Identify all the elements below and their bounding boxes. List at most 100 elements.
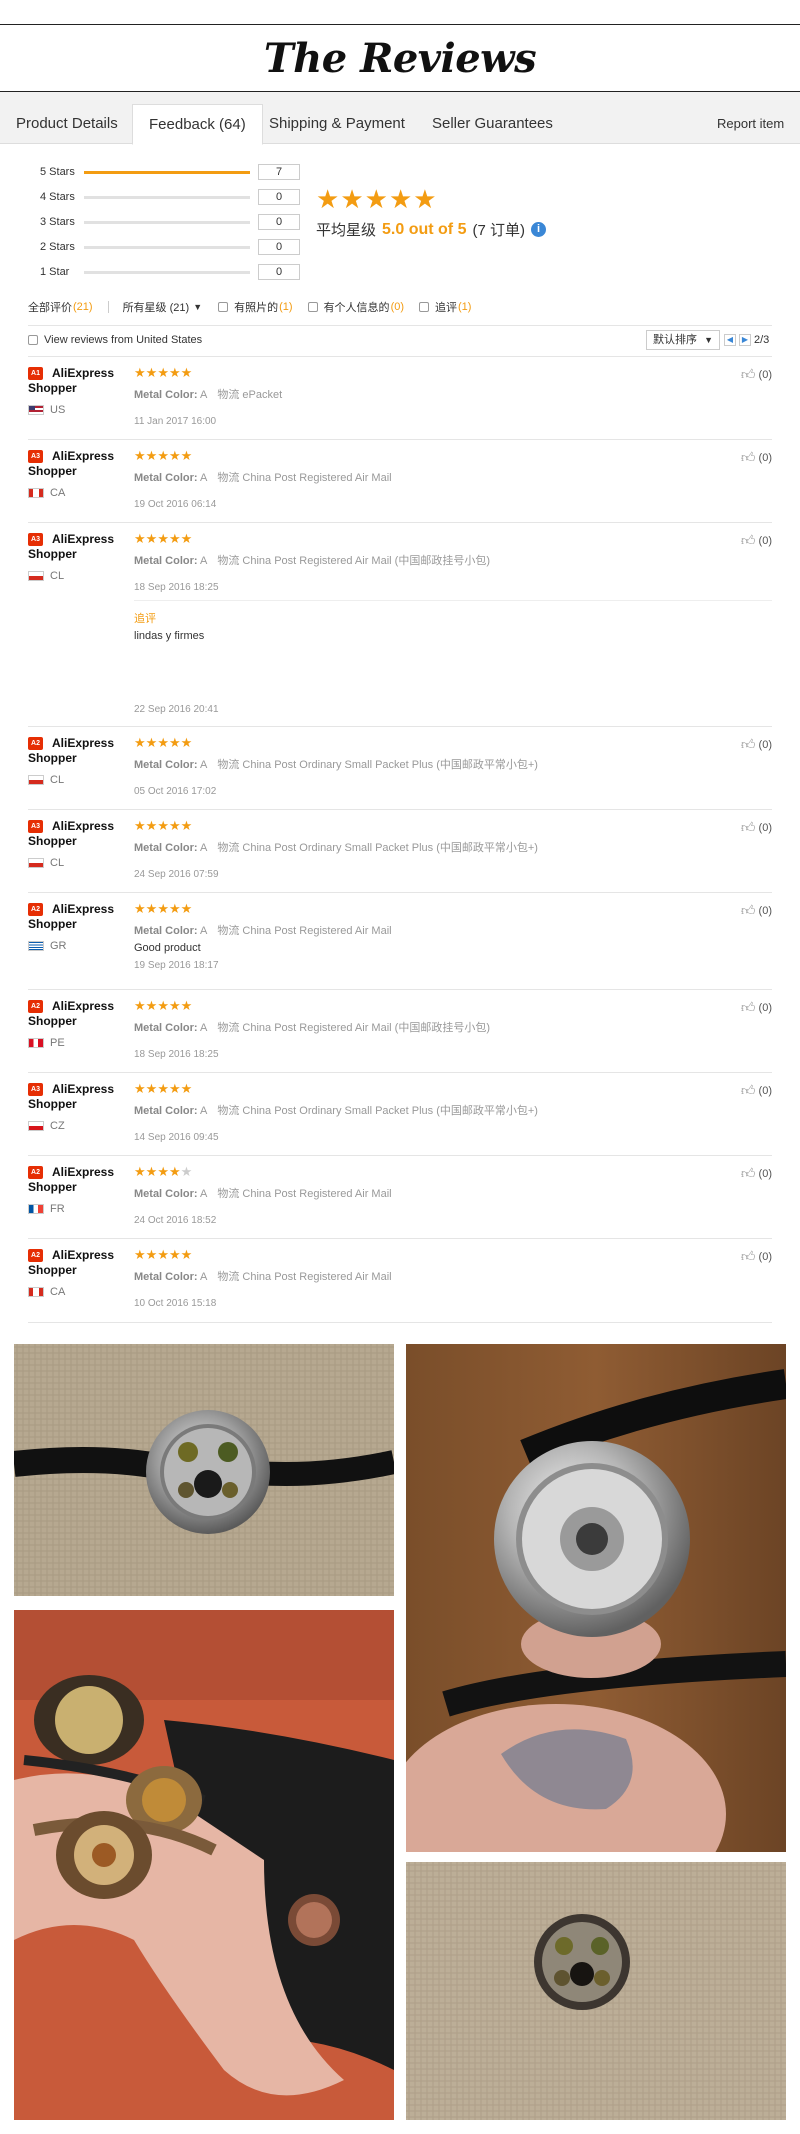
tab-product-details[interactable]: Product Details xyxy=(16,104,118,144)
shipping-label: 物流 xyxy=(217,472,240,484)
view-us-label: View reviews from United States xyxy=(44,334,203,346)
review-rating-stars: ★ ★ ★ ★ ★ xyxy=(134,1165,192,1178)
next-page-button[interactable]: ▶ xyxy=(739,334,751,346)
helpful-button[interactable]: 👍︎ (0) xyxy=(741,999,772,1016)
page-title: The Reviews xyxy=(263,34,537,82)
helpful-count: (0) xyxy=(758,1250,772,1263)
photo-snap-button[interactable] xyxy=(406,1862,786,2120)
country-code: CZ xyxy=(50,1120,65,1132)
star-row[interactable]: 2 Stars 0 xyxy=(40,239,300,255)
star-icon: ★ xyxy=(168,1247,181,1262)
star-row-fill xyxy=(84,171,250,174)
metal-color-value: A xyxy=(200,759,208,771)
divider xyxy=(28,1322,772,1323)
filter-all[interactable]: 全部评价 (21) xyxy=(28,299,94,315)
star-icon: ★ xyxy=(145,1247,158,1262)
helpful-button[interactable]: 👍︎ (0) xyxy=(741,902,772,919)
tab-seller-guarantees[interactable]: Seller Guarantees xyxy=(432,104,553,144)
metal-color-label: Metal Color: xyxy=(134,759,198,771)
shipping-method: China Post Ordinary Small Packet Plus (中… xyxy=(242,842,538,854)
star-icon: ★ xyxy=(145,531,158,546)
star-icon: ★ xyxy=(180,1164,193,1179)
reviewer-country: CZ xyxy=(28,1120,65,1132)
buyer-level-badge: A2 xyxy=(28,1166,43,1179)
star-row-bar xyxy=(84,196,250,199)
report-item-link[interactable]: Report item xyxy=(717,104,784,144)
tab-shipping-payment[interactable]: Shipping & Payment xyxy=(269,104,405,144)
star-row[interactable]: 1 Star 0 xyxy=(40,264,300,280)
metal-color-value: A xyxy=(200,1188,208,1200)
helpful-button[interactable]: 👍︎ (0) xyxy=(741,736,772,753)
star-row[interactable]: 5 Stars 7 xyxy=(40,164,300,180)
review-date: 24 Oct 2016 18:52 xyxy=(134,1215,217,1226)
star-icon: ★ xyxy=(157,531,169,546)
photo-bracelet-front[interactable] xyxy=(14,1344,394,1596)
review-rating-stars: ★ ★ ★ ★ ★ xyxy=(134,902,192,915)
review-attributes: Metal Color: A 物流 China Post Registered A… xyxy=(134,922,392,938)
star-filter-select[interactable]: 所有星级 (21) ▼ xyxy=(123,299,203,315)
reviewer-country: PE xyxy=(28,1037,65,1049)
view-us-filter[interactable]: View reviews from United States xyxy=(28,334,202,346)
additional-review-text: lindas y firmes xyxy=(134,630,205,642)
country-flag-icon xyxy=(28,1121,44,1131)
helpful-button[interactable]: 👍︎ (0) xyxy=(741,532,772,549)
metal-color-label: Metal Color: xyxy=(134,1105,198,1117)
shipping-method: ePacket xyxy=(242,389,283,401)
tab-feedback[interactable]: Feedback (64) xyxy=(132,104,263,145)
page-indicator: 2/3 xyxy=(754,334,770,346)
info-icon[interactable]: i xyxy=(530,222,546,237)
prev-page-button[interactable]: ◀ xyxy=(724,334,736,346)
metal-color-value: A xyxy=(200,1022,208,1034)
helpful-button[interactable]: 👍︎ (0) xyxy=(741,449,772,466)
shipping-label: 物流 xyxy=(217,389,240,401)
star-icon: ★ xyxy=(364,184,388,214)
star-icon: ★ xyxy=(145,1164,158,1179)
photo-bracelets-on-wrist[interactable] xyxy=(14,1610,394,2120)
thumbs-up-icon: 👍︎ xyxy=(740,999,756,1015)
photo-bracelet-snap-base[interactable] xyxy=(406,1344,786,1852)
average-label: 平均星级 xyxy=(316,222,377,239)
order-count: (7 订单) xyxy=(472,222,525,239)
shipping-method: China Post Registered Air Mail xyxy=(242,472,392,484)
checkbox[interactable] xyxy=(218,302,229,312)
filter-additional-label: 追评 xyxy=(435,302,458,314)
filter-with-personal-info[interactable]: 有个人信息的 (0) xyxy=(307,299,405,315)
shipping-method: China Post Registered Air Mail xyxy=(242,1188,392,1200)
chevron-down-icon: ▼ xyxy=(704,335,713,345)
checkbox[interactable] xyxy=(28,335,38,345)
helpful-button[interactable]: 👍︎ (0) xyxy=(741,1248,772,1265)
helpful-button[interactable]: 👍︎ (0) xyxy=(741,1165,772,1182)
metal-color-value: A xyxy=(200,472,208,484)
star-icon: ★ xyxy=(180,1081,193,1096)
star-icon: ★ xyxy=(145,818,158,833)
star-icon: ★ xyxy=(145,735,158,750)
star-row[interactable]: 3 Stars 0 xyxy=(40,214,300,230)
review-rating-stars: ★ ★ ★ ★ ★ xyxy=(134,819,192,832)
star-icon: ★ xyxy=(413,184,437,214)
metal-color-value: A xyxy=(200,842,208,854)
review-attributes: Metal Color: A 物流 China Post Ordinary Sma… xyxy=(134,839,538,855)
reviewer-country: CA xyxy=(28,1286,65,1298)
thumbs-up-icon: 👍︎ xyxy=(740,1165,756,1181)
filter-additional[interactable]: 追评 (1) xyxy=(419,299,472,315)
helpful-button[interactable]: 👍︎ (0) xyxy=(741,366,772,383)
star-row[interactable]: 4 Stars 0 xyxy=(40,189,300,205)
metal-color-label: Metal Color: xyxy=(134,389,198,401)
checkbox[interactable] xyxy=(307,302,318,312)
chevron-down-icon: ▼ xyxy=(193,302,203,312)
star-icon: ★ xyxy=(157,901,169,916)
filter-with-photos[interactable]: 有照片的 (1) xyxy=(218,299,293,315)
star-icon: ★ xyxy=(168,818,181,833)
review-rating-stars: ★ ★ ★ ★ ★ xyxy=(134,1248,192,1261)
star-icon: ★ xyxy=(157,448,169,463)
checkbox[interactable] xyxy=(419,302,430,312)
average-score: 5.0 out of 5 xyxy=(382,220,467,238)
helpful-button[interactable]: 👍︎ (0) xyxy=(741,1082,772,1099)
helpful-button[interactable]: 👍︎ (0) xyxy=(741,819,772,836)
divider xyxy=(134,600,772,601)
reviewer-country: FR xyxy=(28,1203,65,1215)
sort-select[interactable]: 默认排序 ▼ xyxy=(646,330,720,350)
star-icon: ★ xyxy=(168,448,181,463)
star-icon: ★ xyxy=(180,448,193,463)
review-date: 10 Oct 2016 15:18 xyxy=(134,1298,217,1309)
